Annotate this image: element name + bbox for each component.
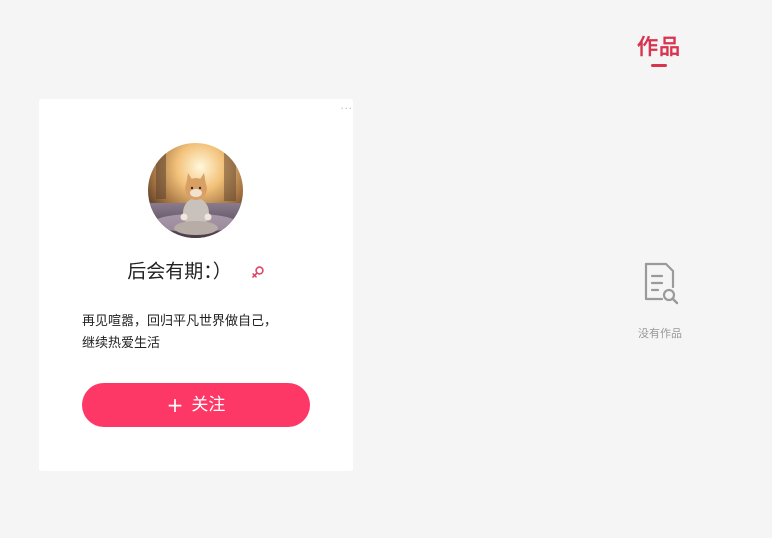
tab-works-label: 作品	[637, 35, 681, 59]
user-bio: 再见喧嚣，回归平凡世界做自己， 继续热爱生活	[82, 311, 322, 355]
document-search-icon	[644, 262, 679, 305]
follow-button-label: 关注	[191, 395, 226, 415]
tab-works[interactable]: 作品	[628, 33, 690, 67]
name-row: 后会有期：）	[39, 258, 353, 284]
female-gender-icon	[251, 265, 264, 278]
profile-card: ··· 后会有期：） 再见喧嚣，回归平凡世界做自己， 继续热爱生活 + 关注	[39, 99, 353, 471]
empty-state-text: 没有作品	[638, 327, 682, 340]
empty-state: 没有作品	[620, 261, 700, 341]
follow-button[interactable]: + 关注	[82, 383, 310, 427]
tab-active-indicator	[651, 64, 667, 67]
bio-line: 再见喧嚣，回归平凡世界做自己，	[82, 314, 278, 329]
user-name: 后会有期：）	[127, 260, 232, 283]
bio-line: 继续热爱生活	[82, 336, 161, 351]
plus-icon: +	[166, 393, 184, 417]
avatar	[148, 143, 243, 238]
more-options-icon[interactable]: ···	[340, 105, 353, 115]
